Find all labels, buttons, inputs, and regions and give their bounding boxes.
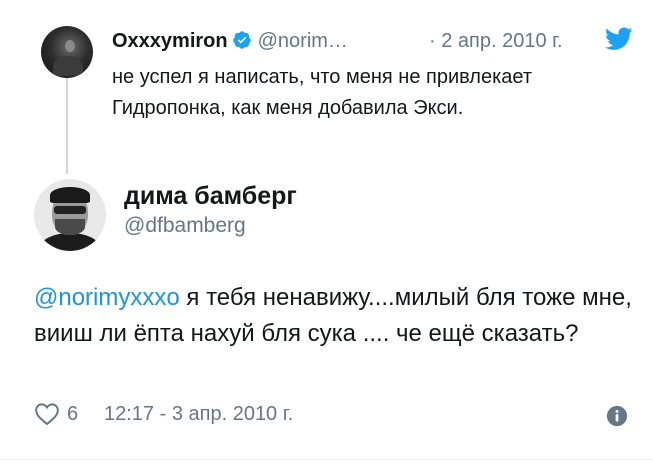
main-author-handle[interactable]: @dfbamberg	[124, 213, 246, 239]
verified-badge-icon	[232, 31, 251, 49]
info-icon[interactable]	[606, 405, 628, 427]
mention-link[interactable]: @norimyxxxo	[34, 284, 180, 311]
parent-author-avatar[interactable]	[41, 26, 93, 78]
parent-tweet-text: не успел я написать, что меня не привлек…	[112, 66, 533, 119]
main-tweet-text: @norimyxxxo я тебя ненавижу....милый бля…	[34, 280, 634, 352]
like-count: 6	[67, 403, 79, 425]
tweet-footer: 6 12:17 - 3 апр. 2010 г.	[34, 400, 634, 428]
bottom-divider	[0, 459, 653, 460]
parent-tweet-header: Oxxxymiron @norim… · 2 апр. 2010 г.	[112, 29, 563, 53]
main-author-name[interactable]: дима бамберг	[124, 181, 297, 211]
thread-connector-line	[66, 78, 68, 174]
parent-author-name[interactable]: Oxxxymiron	[112, 30, 228, 52]
parent-tweet-date[interactable]: · 2 апр. 2010 г.	[429, 29, 563, 53]
main-author-avatar[interactable]	[34, 179, 106, 251]
parent-author-handle[interactable]: @norim…	[258, 30, 348, 52]
heart-icon[interactable]	[34, 402, 60, 426]
tweet-timestamp[interactable]: 12:17 - 3 апр. 2010 г.	[104, 400, 293, 428]
twitter-bird-icon[interactable]	[605, 27, 633, 51]
